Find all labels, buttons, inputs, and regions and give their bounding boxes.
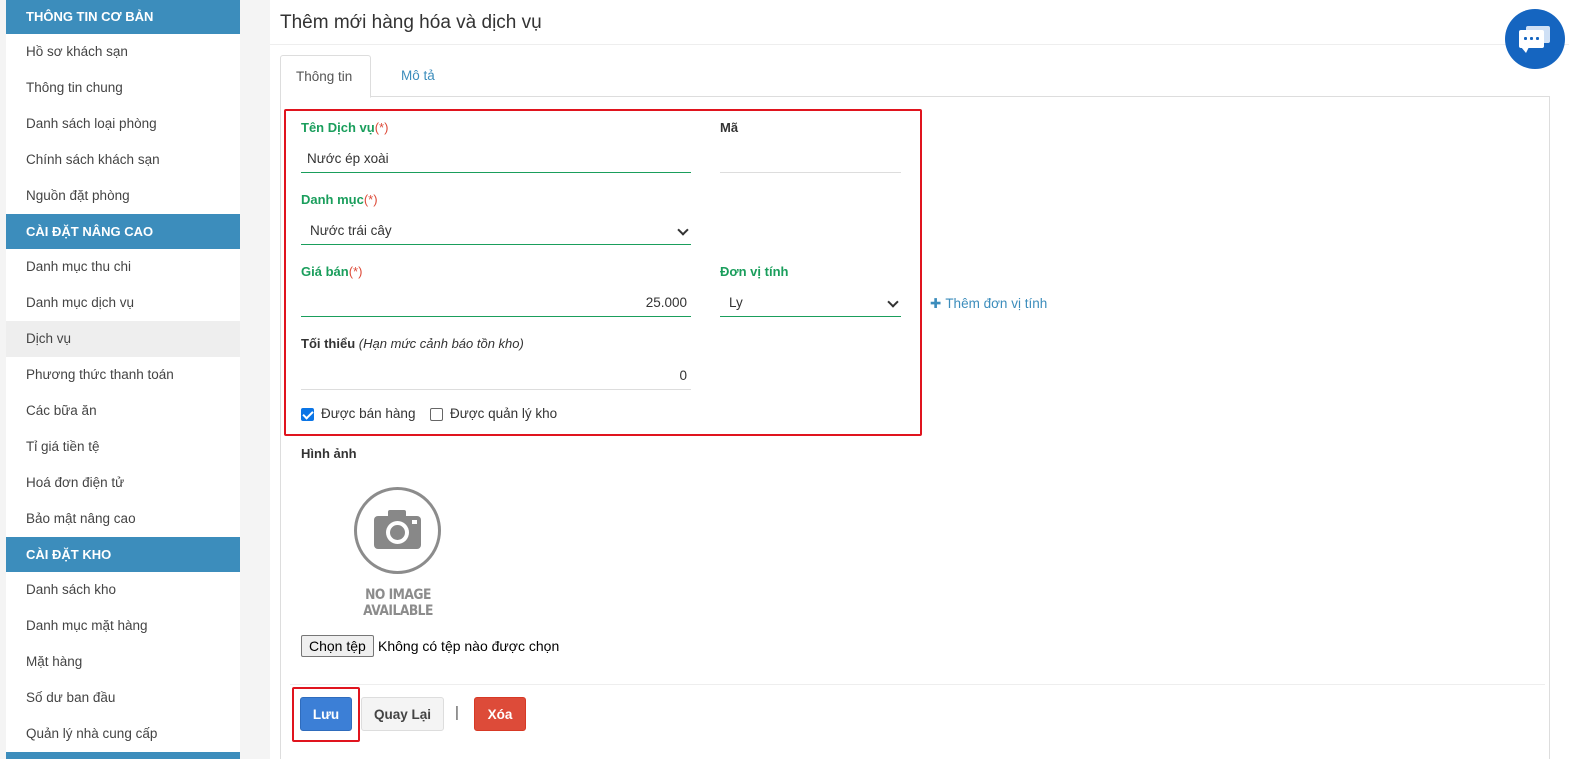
sidebar-item-services[interactable]: Dịch vụ — [6, 321, 240, 357]
no-image-placeholder: NO IMAGE AVAILABLE — [338, 487, 458, 619]
sidebar: THÔNG TIN CƠ BẢN Hồ sơ khách sạn Thông t… — [6, 0, 240, 759]
highlight-save-box — [292, 687, 360, 742]
no-file-text: Không có tệp nào được chọn — [378, 638, 560, 654]
add-unit-label: Thêm đơn vị tính — [945, 296, 1048, 311]
sidebar-item-advanced-security[interactable]: Bảo mật nâng cao — [6, 501, 240, 537]
plus-icon: ✚ — [930, 296, 942, 311]
sidebar-section-advanced: CÀI ĐẶT NÂNG CAO — [6, 214, 240, 249]
camera-lens-inner — [390, 525, 405, 540]
tab-bar: Thông tin Mô tả — [280, 55, 1550, 98]
camera-flash — [412, 520, 417, 524]
sidebar-item-service-categories[interactable]: Danh mục dịch vụ — [6, 285, 240, 321]
sidebar-item-item-categories[interactable]: Danh mục mặt hàng — [6, 608, 240, 644]
image-label: Hình ảnh — [301, 446, 357, 461]
sidebar-section-next — [6, 752, 240, 759]
sidebar-item-e-invoice[interactable]: Hoá đơn điện tử — [6, 465, 240, 501]
chat-bubble-tail — [1521, 47, 1529, 53]
choose-file-button[interactable]: Chọn tệp — [301, 635, 374, 657]
actions-separator: | — [455, 704, 459, 721]
sidebar-item-room-types[interactable]: Danh sách loại phòng — [6, 106, 240, 142]
sidebar-item-income-expense[interactable]: Danh mục thu chi — [6, 249, 240, 285]
sidebar-section-basic-info: THÔNG TIN CƠ BẢN — [6, 0, 240, 34]
camera-icon — [354, 487, 441, 574]
page: THÔNG TIN CƠ BẢN Hồ sơ khách sạn Thông t… — [0, 0, 1569, 759]
back-button[interactable]: Quay Lại — [361, 697, 444, 731]
sidebar-item-exchange-rates[interactable]: Tỉ giá tiền tệ — [6, 429, 240, 465]
sidebar-item-opening-balance[interactable]: Số dư ban đầu — [6, 680, 240, 716]
sidebar-item-booking-sources[interactable]: Nguồn đặt phòng — [6, 178, 240, 214]
tab-description[interactable]: Mô tả — [386, 55, 450, 97]
no-image-text: NO IMAGE AVAILABLE — [363, 587, 433, 619]
sidebar-item-suppliers[interactable]: Quản lý nhà cung cấp — [6, 716, 240, 752]
sidebar-item-hotel-policy[interactable]: Chính sách khách sạn — [6, 142, 240, 178]
tab-info[interactable]: Thông tin — [280, 55, 371, 98]
highlight-form-box — [284, 109, 922, 436]
add-unit-link[interactable]: ✚ Thêm đơn vị tính — [930, 296, 1047, 312]
sidebar-item-warehouses[interactable]: Danh sách kho — [6, 572, 240, 608]
chat-dots — [1524, 37, 1539, 40]
delete-button[interactable]: Xóa — [474, 697, 526, 731]
page-title: Thêm mới hàng hóa và dịch vụ — [280, 12, 542, 33]
image-label-text: Hình ảnh — [301, 446, 357, 461]
chat-button[interactable] — [1505, 9, 1565, 69]
sidebar-item-hotel-profile[interactable]: Hồ sơ khách sạn — [6, 34, 240, 70]
sidebar-item-meals[interactable]: Các bữa ăn — [6, 393, 240, 429]
sidebar-item-general-info[interactable]: Thông tin chung — [6, 70, 240, 106]
title-divider — [270, 44, 1569, 45]
actions-divider — [290, 684, 1545, 685]
sidebar-item-items[interactable]: Mặt hàng — [6, 644, 240, 680]
sidebar-item-payment-methods[interactable]: Phương thức thanh toán — [6, 357, 240, 393]
sidebar-section-warehouse: CÀI ĐẶT KHO — [6, 537, 240, 572]
